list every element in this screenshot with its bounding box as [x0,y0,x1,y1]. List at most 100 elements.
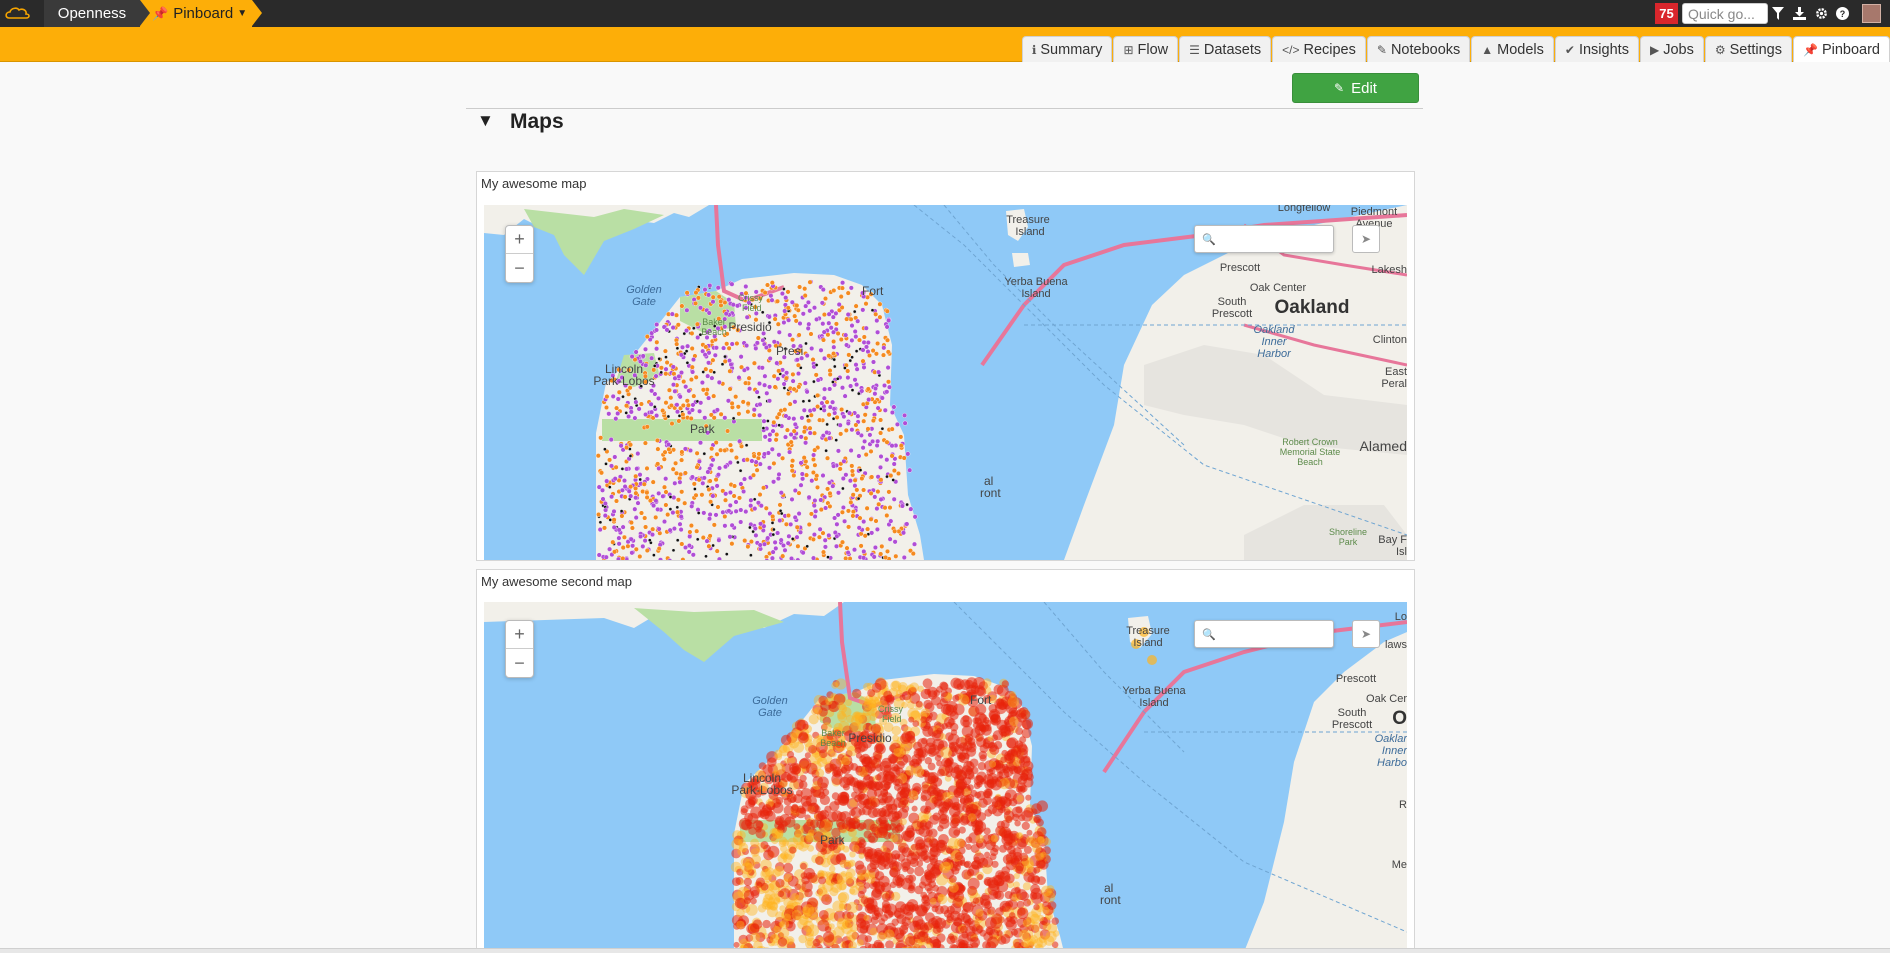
map-marker [610,393,616,399]
park-marin [634,608,784,662]
heat-point [891,891,901,901]
map-marker [643,524,649,530]
map-marker [700,480,706,486]
map-marker [731,493,737,499]
tab-jobs[interactable]: ▶ Jobs [1639,36,1704,62]
map-search-input[interactable]: 🔍 [1194,620,1334,648]
map-marker [674,341,680,347]
tab-flow[interactable]: ⊞ Flow [1113,36,1179,62]
tab-notebooks[interactable]: ✎ Notebooks [1366,36,1471,62]
map-marker [598,520,603,525]
breadcrumb-project[interactable]: Openness [44,0,140,27]
filter-icon[interactable] [1769,4,1787,22]
map-marker [697,408,703,414]
map-marker [674,409,680,415]
map-label: Prescott [1220,262,1260,274]
map-marker [751,453,757,459]
map-marker [844,342,850,348]
map-marker [663,502,669,508]
map-marker [873,311,879,317]
heat-point [837,702,846,711]
zoom-in-button[interactable]: + [506,621,533,649]
tab-models[interactable]: ▲ Models [1471,36,1554,62]
help-icon[interactable]: ? [1833,4,1851,22]
locate-button[interactable]: ➤ [1352,225,1380,253]
zoom-out-button[interactable]: − [506,254,533,282]
map-marker [882,382,888,388]
map-marker [861,418,867,424]
tab-pinboard[interactable]: 📌 Pinboard [1793,36,1890,62]
map-marker [697,440,703,446]
map-marker [801,455,807,461]
map-marker [836,490,842,496]
map-marker [842,393,848,399]
map-marker [683,384,689,390]
map-view-2[interactable]: Treasure Island Yerba Buena Island Fort … [484,602,1407,952]
locate-button[interactable]: ➤ [1352,620,1380,648]
map-marker [638,401,644,407]
zoom-in-button[interactable]: + [506,226,533,254]
map-marker [606,411,612,417]
tab-summary[interactable]: ℹ Summary [1021,36,1113,62]
map-marker [802,380,808,386]
map-marker [818,347,824,353]
map-marker [714,548,720,554]
map-marker [643,362,649,368]
map-marker [679,303,685,309]
map-marker [677,521,683,527]
edit-button[interactable]: ✎ Edit [1292,73,1419,103]
avatar[interactable] [1862,4,1881,23]
map-marker [771,532,776,537]
map-marker [790,371,796,377]
map-label: Presidio [848,731,892,745]
map-marker [874,526,880,532]
map-search-input[interactable]: 🔍 [1194,225,1334,253]
map-marker [846,352,852,358]
map-marker [665,512,671,518]
map-marker [792,514,798,520]
map-marker [856,496,861,501]
map-marker [820,473,826,479]
map-marker [800,476,806,482]
gear-icon[interactable] [1812,4,1830,22]
map-marker [672,480,678,486]
heat-point [987,883,1000,896]
tab-datasets[interactable]: ☰ Datasets [1179,36,1272,62]
map-marker [764,390,770,396]
heat-point [782,853,793,864]
map-marker [754,340,760,346]
breadcrumb-current[interactable]: 📌 Pinboard ▼ [140,0,252,27]
map-marker [882,407,888,413]
collapse-triangle-icon[interactable]: ▼ [477,111,494,131]
tab-settings[interactable]: ⚙ Settings [1704,36,1792,62]
heat-point [837,811,847,822]
map-marker [831,351,837,357]
tab-insights[interactable]: ✔ Insights [1554,36,1639,62]
quick-go-input[interactable] [1682,3,1768,24]
map-marker [713,512,719,518]
map-marker [706,360,712,366]
heat-point [890,834,899,843]
tab-recipes[interactable]: </> Recipes [1272,36,1366,62]
map-canvas[interactable]: Treasure Island Yerba Buena Island Fort … [484,602,1407,952]
map-view-1[interactable]: Treasure Island Yerba Buena Island Fort … [484,205,1407,560]
app-logo[interactable] [0,0,44,27]
map-marker [901,455,907,461]
map-marker [884,439,890,445]
map-marker [825,486,831,492]
map-marker [889,409,895,415]
heat-point [818,910,829,920]
map-canvas[interactable]: Treasure Island Yerba Buena Island Fort … [484,205,1407,560]
breadcrumb-current-label: Pinboard [173,5,234,22]
heat-point [1017,775,1027,785]
map-marker [716,537,722,543]
map-marker [691,393,697,399]
zoom-out-button[interactable]: − [506,649,533,677]
notification-badge[interactable]: 75 [1655,3,1678,24]
heat-point [930,858,938,866]
map-marker [818,507,824,513]
map-marker [693,290,699,296]
download-icon[interactable] [1790,4,1808,22]
zoom-control: + − [505,620,534,678]
map-marker [655,446,661,452]
